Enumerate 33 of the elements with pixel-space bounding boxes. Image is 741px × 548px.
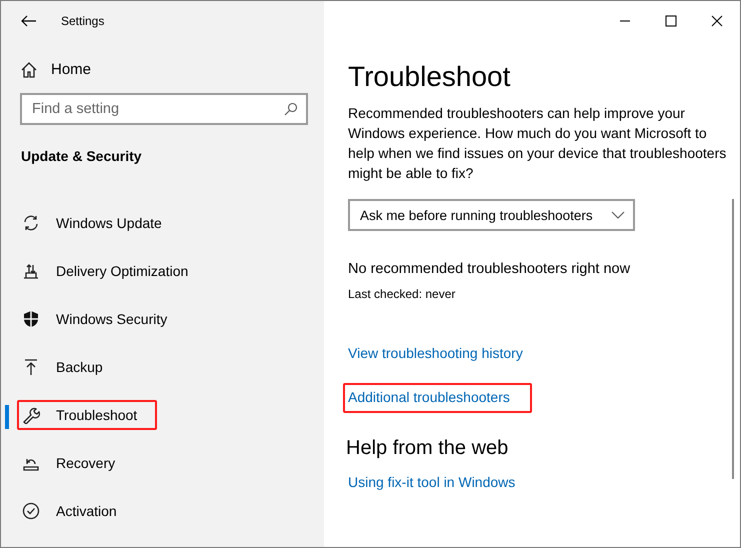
nav-item[interactable]: Windows Security [17, 304, 188, 334]
home-link[interactable]: Home [1, 41, 324, 81]
nav-item[interactable]: Activation [17, 496, 137, 526]
shield-icon [22, 310, 40, 328]
back-arrow-icon[interactable] [21, 15, 37, 27]
nav-item[interactable]: Delivery Optimization [17, 256, 208, 286]
last-checked-text: Last checked: never [348, 287, 456, 301]
maximize-icon [665, 15, 677, 27]
refresh-icon [22, 214, 40, 232]
upload-tray-icon [22, 262, 40, 280]
section-heading: Update & Security [20, 147, 143, 166]
nav-item[interactable]: Troubleshoot [17, 400, 158, 430]
description-text: Recommended troubleshooters can help improve your Windows experience. How much do you want Microsoft to help when we find issues on your device that troubleshooters might be able to fix? [348, 104, 728, 183]
nav-item[interactable]: Recovery [17, 448, 136, 478]
search-field[interactable]: Find a setting [20, 93, 308, 125]
link[interactable]: View troubleshooting history [343, 339, 545, 369]
scrollbar[interactable] [732, 199, 734, 479]
check-circle-icon [22, 502, 40, 520]
link[interactable]: Additional troubleshooters [343, 383, 532, 413]
status-text: No recommended troubleshooters right now [348, 261, 630, 277]
window-title: Settings [61, 14, 104, 28]
home-icon [21, 62, 37, 78]
search-icon [284, 102, 298, 116]
nav-item[interactable]: Windows Update [17, 208, 182, 238]
upload-arrow-icon [22, 358, 40, 376]
wrench-icon [22, 406, 40, 424]
chevron-down-icon [611, 211, 625, 219]
troubleshooter-dropdown[interactable]: Ask me before running troubleshooters [348, 199, 635, 231]
link[interactable]: Using fix-it tool in Windows [343, 468, 538, 498]
nav-item[interactable]: Backup [17, 352, 123, 382]
section-heading: Help from the web [346, 437, 508, 460]
close-icon [711, 15, 723, 27]
page-title: Troubleshoot [348, 60, 510, 94]
